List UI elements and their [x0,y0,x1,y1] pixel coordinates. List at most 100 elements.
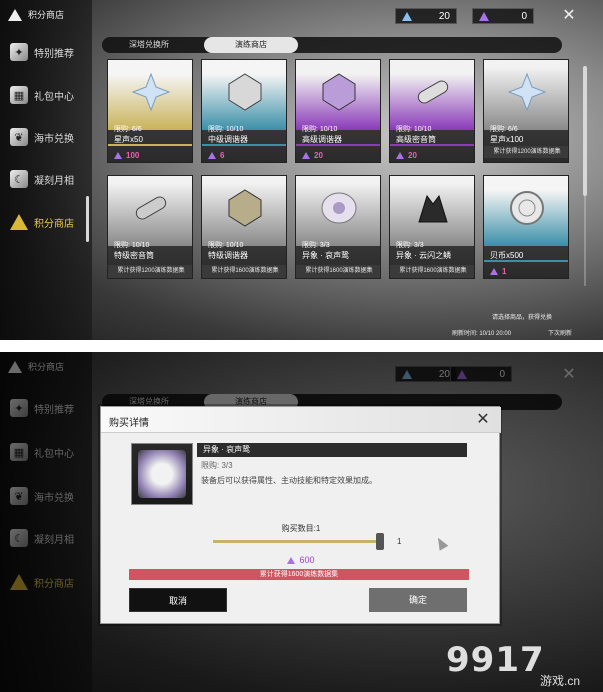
sidebar-item-label: 特别推荐 [34,48,74,60]
sidebar-item-gift-center[interactable]: ▦ 礼包中心 [10,83,92,107]
item-name: 特级密音筒 [114,251,154,260]
item-card[interactable]: 限购: 10/10 特级调谐器 累计获得1600演练数据集 [201,175,287,279]
item-name: 星声x100 [490,135,524,144]
item-limit: 限购: 3/3 [396,242,424,249]
item-price: 20 [396,151,417,160]
quantity-label: 购买数目:1 [281,524,321,533]
tuner-icon [228,73,262,111]
item-limit: 限购: 10/10 [302,126,338,133]
item-price: 20 [302,151,323,160]
tab-drill-shop[interactable]: 演练商店 [204,37,298,53]
total-price-value: 600 [299,555,315,565]
item-price-value: 6 [220,151,225,160]
tuner-icon [322,73,356,111]
dialog-header: 购买详情 ✕ [101,407,501,433]
purchase-dialog: 购买详情 ✕ 异象 · 哀声鸷 限购: 3/3 装备后可以获得属性、主动技能和特… [100,406,501,624]
sidebar-item-moon-phase[interactable]: ☾ 凝刻月相 [10,167,92,191]
item-price-value: 20 [314,151,323,160]
item-thumbnail [131,443,193,505]
star-crystal-icon [507,72,547,112]
item-name: 中级调谐器 [208,135,248,144]
item-limit: 限购: 6/6 [490,126,518,133]
wing-creature-icon [321,192,357,224]
close-icon[interactable]: ✕ [473,411,493,429]
refresh-time: 刷新时间: 10/10 20:00 [452,331,512,337]
tuner-icon [228,189,262,227]
tree-icon: ❦ [10,128,28,146]
item-card[interactable]: 限购: 6/6 星声x50 100 [107,59,193,163]
tab-bar: 深塔兑换所 演练商店 [102,37,562,53]
item-name: 特级调谐器 [208,251,248,260]
item-name: 高级密音筒 [396,135,436,144]
wing-creature-icon [138,450,186,498]
currency-blue: 20 [395,8,457,24]
purple-crystal-icon [208,152,216,159]
confirm-button[interactable]: 确定 [369,588,467,612]
quantity-slider-handle[interactable] [376,533,384,550]
tab-tower-exchange[interactable]: 深塔兑换所 [102,37,196,53]
item-name: 高级调谐器 [302,135,342,144]
item-card[interactable]: 限购: 3/3 异象 · 哀声鸷 累计获得1600演练数据集 [295,175,381,279]
item-card[interactable]: 贝币x500 1 [483,175,569,279]
triangle-icon [10,214,28,230]
item-limit: 限购: 3/3 [302,242,330,249]
quantity-slider-track[interactable] [213,540,381,543]
item-card[interactable]: 限购: 10/10 中级调谐器 6 [201,59,287,163]
item-price-value: 20 [408,151,417,160]
purple-crystal-icon [396,152,404,159]
item-price: 100 [114,151,139,160]
close-icon[interactable]: ✕ [560,7,578,25]
item-requirement: 累计获得1600演练数据集 [202,265,286,278]
item-card[interactable]: 限购: 6/6 星声x100 累计获得1200演练数据集 [483,59,569,163]
cylinder-icon [135,196,167,220]
sidebar-item-label: 积分商店 [34,218,74,230]
hint-text: 请选择商品，获得兑换 [492,315,553,321]
watermark-logo: 9917 [446,640,545,680]
emblem-icon: ✦ [10,43,28,61]
sidebar-item-points-shop[interactable]: 积分商店 [10,210,92,234]
item-limit: 限购: 6/6 [114,126,142,133]
item-card[interactable]: 限购: 10/10 特级密音筒 累计获得1200演练数据集 [107,175,193,279]
triangle-icon [8,8,22,21]
item-limit: 限购: 10/10 [114,242,150,249]
item-limit: 限购: 10/10 [208,242,244,249]
cancel-button[interactable]: 取消 [129,588,227,612]
item-requirement: 累计获得1600演练数据集 [296,265,380,278]
item-limit: 限购: 3/3 [201,461,233,470]
item-card[interactable]: 限购: 10/10 高级密音筒 20 [389,59,475,163]
item-name: 异象 · 云闪之鳞 [396,251,452,260]
item-name: 异象 · 哀声鸷 [197,443,467,457]
item-name: 异象 · 哀声鸷 [302,251,350,260]
sidebar-item-featured[interactable]: ✦ 特别推荐 [10,40,92,64]
watermark-sub: 游戏.cn [540,674,581,688]
item-price: 1 [490,267,506,276]
separator [0,340,603,352]
coin-icon [510,191,544,225]
gift-icon: ▦ [10,86,28,104]
purple-crystal-icon [490,268,498,275]
item-card[interactable]: 限购: 10/10 高级调谐器 20 [295,59,381,163]
quantity-value: 1 [397,537,402,546]
sidebar: 积分商店 ✦ 特别推荐 ▦ 礼包中心 ❦ 海市兑换 ☾ 凝刻月相 积分商店 [0,0,92,340]
next-refresh: 下次刷新 [548,331,573,337]
blue-crystal-icon [402,11,412,21]
item-description: 装备后可以获得属性、主动技能和特定效果加成。 [201,476,377,485]
item-limit: 限购: 10/10 [208,126,244,133]
sidebar-item-label: 凝刻月相 [34,175,74,187]
purple-crystal-icon [114,152,122,159]
shop-screen: 积分商店 ✦ 特别推荐 ▦ 礼包中心 ❦ 海市兑换 ☾ 凝刻月相 积分商店 20… [0,0,603,340]
item-card[interactable]: 限购: 3/3 异象 · 云闪之鳞 累计获得1600演练数据集 [389,175,475,279]
item-price: 6 [208,151,224,160]
scrollbar-thumb[interactable] [583,66,587,196]
dragon-head-icon [418,194,448,223]
item-price-value: 1 [502,267,507,276]
purple-crystal-icon [302,152,310,159]
currency-purple: 0 [472,8,534,24]
item-name: 贝币x500 [490,251,524,260]
total-price: 600 [101,555,501,565]
star-crystal-icon [131,72,171,112]
sidebar-header: 积分商店 [8,8,64,21]
item-price-value: 100 [126,151,140,160]
sidebar-item-label: 礼包中心 [34,91,74,103]
sidebar-item-market-exchange[interactable]: ❦ 海市兑换 [10,125,92,149]
